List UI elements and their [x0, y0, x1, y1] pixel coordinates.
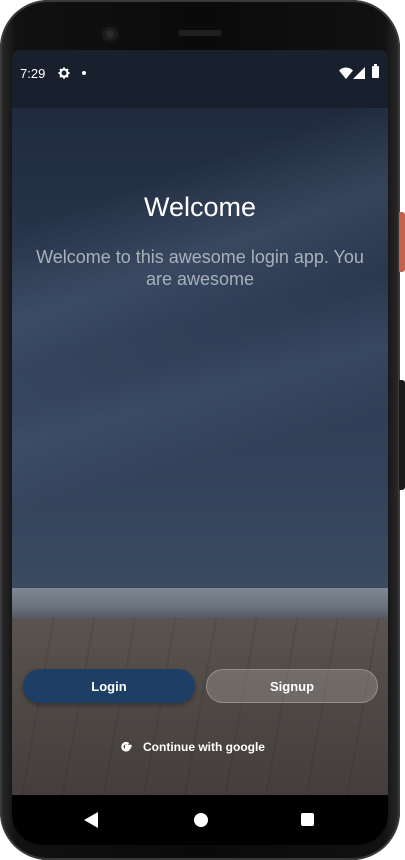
- battery-icon: [372, 64, 379, 78]
- continue-with-google-button[interactable]: Continue with google: [118, 738, 265, 756]
- login-button[interactable]: Login: [23, 669, 195, 703]
- welcome-subtitle: Welcome to this awesome login app. You a…: [36, 247, 364, 289]
- notification-dot: [82, 71, 86, 75]
- recents-icon[interactable]: [301, 813, 314, 826]
- back-icon[interactable]: [84, 812, 98, 828]
- power-button: [399, 212, 405, 272]
- google-icon: [121, 741, 132, 752]
- phone-frame: 7:29 Welcome Welcome to this awesome log…: [0, 0, 400, 860]
- continue-with-google-label: Continue with google: [143, 740, 265, 754]
- wifi-icon: [339, 67, 353, 79]
- screen: 7:29 Welcome Welcome to this awesome log…: [12, 50, 388, 845]
- status-time: 7:29: [20, 66, 46, 81]
- volume-button: [399, 380, 405, 490]
- signal-icon: [353, 67, 365, 79]
- gear-icon: [58, 67, 70, 79]
- earpiece-speaker: [178, 30, 222, 36]
- front-camera: [99, 24, 121, 44]
- status-bar: 7:29: [12, 50, 388, 108]
- home-icon[interactable]: [194, 813, 208, 827]
- background-ledge: [12, 588, 388, 618]
- signup-button[interactable]: Signup: [206, 669, 378, 703]
- navigation-bar: [12, 795, 388, 845]
- welcome-title: Welcome: [143, 192, 257, 222]
- background-wall: [12, 108, 388, 588]
